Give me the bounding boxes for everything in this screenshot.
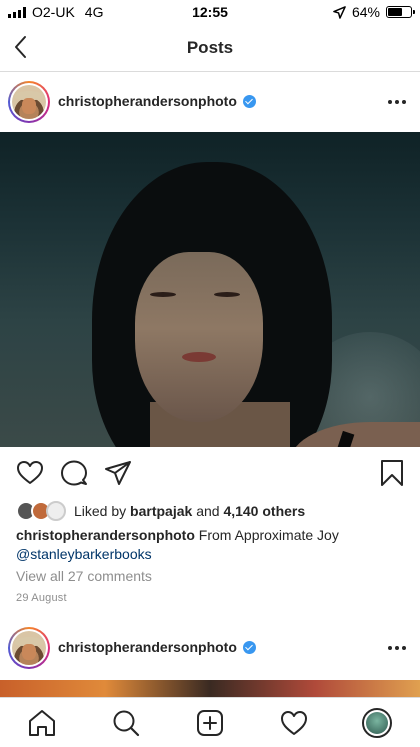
status-right: 64% [333, 4, 415, 20]
ellipsis-icon[interactable] [388, 646, 406, 650]
username-text[interactable]: christopherandersonphoto [58, 639, 237, 655]
status-bar: O2-UK 4G 12:55 64% [0, 0, 420, 24]
post-actions [0, 447, 420, 499]
ellipsis-icon[interactable] [388, 100, 406, 104]
avatar[interactable] [8, 81, 50, 123]
caption-mention[interactable]: @stanleybarkerbooks [16, 545, 406, 564]
bottom-tab-bar [0, 697, 420, 747]
profile-avatar[interactable] [362, 708, 392, 738]
comment-icon[interactable] [60, 459, 88, 487]
liker-avatars [16, 501, 66, 521]
nav-header: Posts [0, 24, 420, 72]
likes-count[interactable]: 4,140 others [223, 503, 305, 519]
battery-percent: 64% [351, 4, 380, 20]
activity-heart-icon[interactable] [279, 708, 309, 738]
liked-by-user[interactable]: bartpajak [130, 503, 192, 519]
post-header: christopherandersonphoto [0, 74, 420, 130]
search-icon[interactable] [111, 708, 141, 738]
heart-icon[interactable] [16, 459, 44, 487]
post-username[interactable]: christopherandersonphoto [58, 639, 256, 655]
location-arrow-icon [333, 5, 346, 19]
new-post-icon[interactable] [195, 708, 225, 738]
page-title: Posts [186, 38, 234, 57]
share-icon[interactable] [104, 459, 132, 487]
bookmark-icon[interactable] [378, 459, 406, 487]
post-date: 29 August [16, 592, 67, 604]
battery-icon [386, 6, 415, 18]
post-caption: christopherandersonphoto From Approximat… [16, 526, 406, 564]
battery-fill [388, 8, 403, 16]
avatar[interactable] [8, 627, 50, 669]
post-photo[interactable] [0, 132, 420, 447]
caption-text: From Approximate Joy [198, 527, 339, 543]
caption-username[interactable]: christopherandersonphoto [16, 527, 195, 543]
username-text[interactable]: christopherandersonphoto [58, 93, 237, 109]
verified-badge-icon [242, 640, 256, 654]
view-comments-link[interactable]: View all 27 comments [16, 568, 152, 584]
home-icon[interactable] [27, 708, 57, 738]
likes-summary[interactable]: Liked by bartpajak and 4,140 others [16, 499, 305, 523]
liked-by-prefix: Liked by [74, 503, 127, 519]
verified-badge-icon [242, 94, 256, 108]
post-username[interactable]: christopherandersonphoto [58, 93, 256, 109]
next-post-header: christopherandersonphoto [0, 620, 420, 676]
liked-by-and: and [196, 503, 220, 519]
